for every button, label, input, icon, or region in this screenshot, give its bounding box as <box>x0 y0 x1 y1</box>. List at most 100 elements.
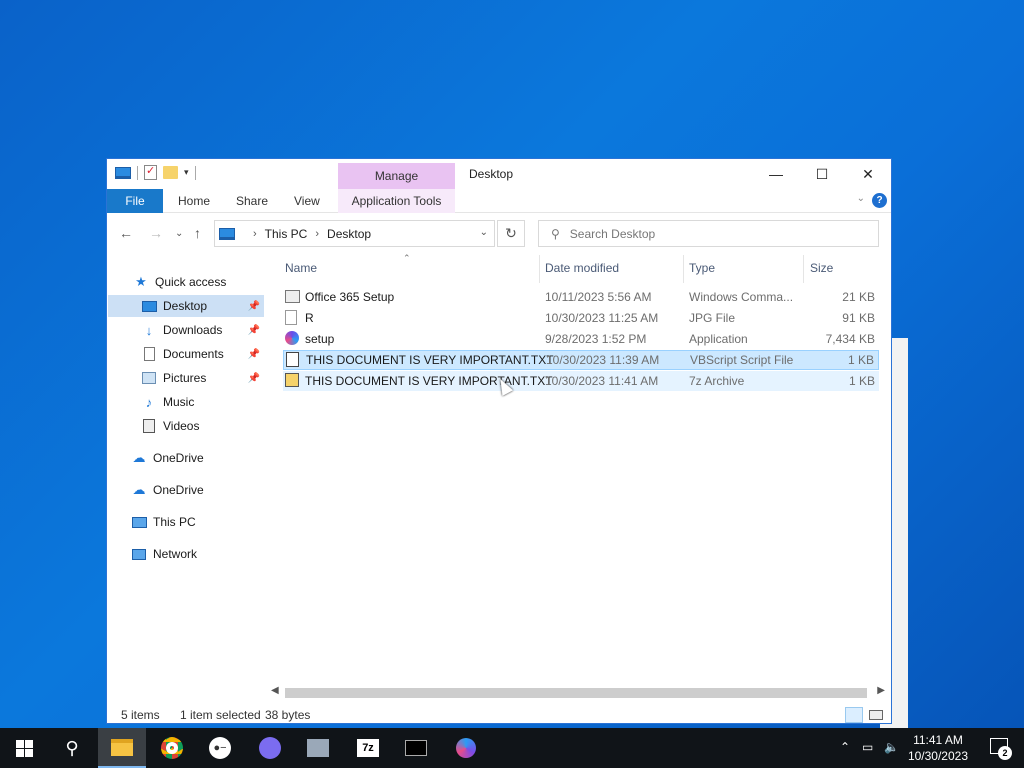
taskbar-app[interactable] <box>294 728 342 768</box>
tab-share[interactable]: Share <box>236 189 268 213</box>
sidebar-item-downloads[interactable]: ↓ Downloads 📌 <box>108 319 264 341</box>
breadcrumb-this-pc[interactable]: This PC <box>265 227 308 241</box>
search-button[interactable]: ⚲ <box>48 728 96 768</box>
pin-icon[interactable]: 📌 <box>248 325 260 336</box>
sidebar-item-videos[interactable]: Videos <box>108 415 264 437</box>
chevron-down-icon[interactable]: ▾ <box>184 167 189 178</box>
taskbar-terminal[interactable] <box>392 728 440 768</box>
computer-icon <box>131 514 147 530</box>
star-icon: ★ <box>135 274 147 289</box>
search-input[interactable]: ⚲ Search Desktop <box>538 220 879 247</box>
scrollbar-thumb[interactable] <box>285 688 867 698</box>
status-bar: 5 items 1 item selected 38 bytes <box>107 705 891 725</box>
volume-muted-icon[interactable]: 🔈 <box>884 740 899 754</box>
recent-locations-icon[interactable]: ⌄ <box>175 228 183 239</box>
details-view-button[interactable] <box>845 707 863 723</box>
address-bar[interactable]: › This PC › Desktop ⌄ <box>214 220 495 247</box>
sidebar-item-network[interactable]: Network <box>131 543 267 565</box>
minimize-button[interactable]: — <box>753 159 799 189</box>
file-row-selected[interactable]: THIS DOCUMENT IS VERY IMPORTANT.TXT 10/3… <box>283 350 879 370</box>
sidebar-item-music[interactable]: ♪ Music <box>108 391 264 413</box>
large-icons-view-button[interactable] <box>867 707 885 723</box>
sidebar-item-this-pc[interactable]: This PC <box>131 511 267 533</box>
desktop-icon <box>141 298 157 314</box>
notification-badge: 2 <box>998 746 1012 760</box>
taskbar-chrome[interactable] <box>148 728 196 768</box>
tab-file[interactable]: File <box>107 189 163 213</box>
refresh-button[interactable]: ↻ <box>497 220 525 247</box>
chevron-right-icon[interactable]: › <box>315 228 319 240</box>
status-selected: 1 item selected <box>180 708 261 722</box>
help-button[interactable]: ? <box>872 193 887 208</box>
clock-time: 11:41 AM <box>913 733 963 747</box>
properties-icon[interactable] <box>144 164 157 180</box>
network-icon <box>131 546 147 562</box>
ribbon: File Home Share View Application Tools ⌄… <box>107 189 891 213</box>
network-icon[interactable]: ▭ <box>862 740 873 754</box>
taskbar-discord[interactable] <box>246 728 294 768</box>
computer-icon <box>219 227 235 240</box>
new-folder-icon[interactable] <box>163 166 178 179</box>
expand-ribbon-icon[interactable]: ⌄ <box>857 193 865 204</box>
7z-archive-icon <box>285 373 301 389</box>
sidebar-item-onedrive-1[interactable]: ☁ OneDrive <box>131 447 267 469</box>
file-row[interactable]: R 10/30/2023 11:25 AM JPG File 91 KB <box>283 308 879 328</box>
status-item-count: 5 items <box>121 708 160 722</box>
tab-view[interactable]: View <box>294 189 320 213</box>
7zip-icon: 7z <box>357 739 379 757</box>
status-size: 38 bytes <box>265 708 311 722</box>
scroll-left-icon[interactable]: ◀ <box>271 685 279 696</box>
maximize-button[interactable]: ☐ <box>799 159 845 189</box>
taskbar-file-explorer[interactable] <box>98 728 146 768</box>
search-icon: ⚲ <box>551 226 560 241</box>
sidebar-item-documents[interactable]: Documents 📌 <box>108 343 264 365</box>
search-placeholder: Search Desktop <box>569 226 656 241</box>
remote-icon: ●− <box>209 737 231 759</box>
taskbar: ⚲ ●− 7z ⌃ ▭ 🔈 11:41 AM 10/30/2023 2 <box>0 728 1024 768</box>
horizontal-scrollbar[interactable]: ◀ ▶ <box>267 685 889 701</box>
clock[interactable]: 11:41 AM 10/30/2023 <box>908 732 968 764</box>
download-icon: ↓ <box>145 322 153 338</box>
file-explorer-window: ▾ Manage Desktop — ☐ ✕ File Home Share V… <box>106 158 892 724</box>
taskbar-copilot[interactable] <box>442 728 490 768</box>
chevron-up-icon[interactable]: ⌃ <box>840 740 850 754</box>
file-row[interactable]: Office 365 Setup 10/11/2023 5:56 AM Wind… <box>283 287 879 307</box>
scroll-right-icon[interactable]: ▶ <box>877 685 885 696</box>
column-header-date[interactable]: Date modified <box>545 261 619 275</box>
start-button[interactable] <box>0 728 48 768</box>
column-header-type[interactable]: Type <box>689 261 715 275</box>
file-row-hovered[interactable]: THIS DOCUMENT IS VERY IMPORTANT.TXT 10/3… <box>283 371 879 391</box>
music-icon: ♪ <box>145 394 153 410</box>
pin-icon[interactable]: 📌 <box>248 349 260 360</box>
column-header-name[interactable]: Name <box>285 261 317 275</box>
sidebar-item-pictures[interactable]: Pictures 📌 <box>108 367 264 389</box>
column-header-size[interactable]: Size <box>810 261 833 275</box>
app-icon <box>307 739 329 757</box>
sidebar-item-onedrive-2[interactable]: ☁ OneDrive <box>131 479 267 501</box>
forward-button[interactable]: → <box>149 225 163 241</box>
pin-icon[interactable]: 📌 <box>248 301 260 312</box>
taskbar-7zip[interactable]: 7z <box>344 728 392 768</box>
taskbar-remote-app[interactable]: ●− <box>196 728 244 768</box>
close-button[interactable]: ✕ <box>845 159 891 189</box>
terminal-icon <box>405 740 427 756</box>
sidebar-item-desktop[interactable]: Desktop 📌 <box>108 295 264 317</box>
tab-application-tools[interactable]: Application Tools <box>338 189 455 213</box>
tab-manage[interactable]: Manage <box>338 163 455 189</box>
window-title: Desktop <box>469 167 514 181</box>
chrome-icon <box>161 737 183 759</box>
search-icon: ⚲ <box>65 737 79 758</box>
pin-icon[interactable]: 📌 <box>248 373 260 384</box>
sidebar-item-quick-access[interactable]: ★ Quick access <box>133 271 267 293</box>
chevron-down-icon[interactable]: ⌄ <box>480 227 488 238</box>
sort-ascending-icon: ⌃ <box>403 253 411 263</box>
pictures-icon <box>141 370 157 386</box>
vbscript-file-icon <box>286 352 302 368</box>
back-button[interactable]: ← <box>119 225 133 241</box>
tab-home[interactable]: Home <box>178 189 210 213</box>
breadcrumb-desktop[interactable]: Desktop <box>327 227 371 241</box>
chevron-right-icon[interactable]: › <box>253 228 257 240</box>
file-row[interactable]: setup 9/28/2023 1:52 PM Application 7,43… <box>283 329 879 349</box>
up-button[interactable]: ↑ <box>194 225 201 241</box>
quick-access-toolbar: ▾ <box>115 164 196 180</box>
